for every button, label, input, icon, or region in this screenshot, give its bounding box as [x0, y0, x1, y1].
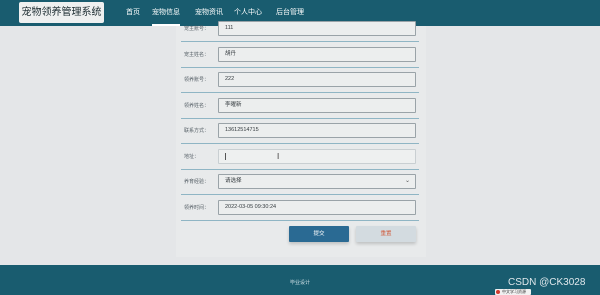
chevron-down-icon: ⌄ [404, 178, 410, 184]
adopter-account-input[interactable]: 222 [218, 72, 416, 87]
site-logo[interactable]: 宠物领养管理系统 [19, 2, 104, 23]
experience-select[interactable]: 请选择 ⌄ [218, 174, 416, 189]
form-row-adopter-name: 领养姓名： 李曜新 [181, 93, 419, 119]
field-label: 地址： [184, 154, 200, 160]
csdn-watermark: CSDN @CK3028 [508, 277, 586, 288]
address-input[interactable]: I [218, 149, 416, 164]
text-caret [225, 153, 226, 160]
field-label: 领养时间： [184, 205, 210, 211]
field-label: 养育经验： [184, 179, 210, 185]
contact-input[interactable]: 13612514715 [218, 123, 416, 138]
field-label: 领养姓名： [184, 103, 210, 109]
owner-name-input[interactable]: 胡丹 [218, 47, 416, 62]
experience-selected-value: 请选择 [225, 178, 242, 184]
form-row-adopt-time: 领养时间： 2022-03-05 09:30:24 [181, 195, 419, 221]
form-row-experience: 养育经验： 请选择 ⌄ [181, 169, 419, 195]
form-row-owner-account: 宠主账号： 111 [181, 16, 419, 42]
field-label: 宠主账号： [184, 26, 210, 32]
badge-logo-icon [496, 290, 500, 294]
nav-home[interactable]: 首页 [126, 0, 140, 26]
adopt-time-input[interactable]: 2022-03-05 09:30:24 [218, 200, 416, 215]
watermark-badge: 中文学习资源 [495, 289, 531, 295]
form-row-adopter-account: 领养账号： 222 [181, 67, 419, 93]
adopter-name-input[interactable]: 李曜新 [218, 98, 416, 113]
owner-account-input[interactable]: 111 [218, 21, 416, 36]
form-row-owner-name: 宠主姓名： 胡丹 [181, 42, 419, 68]
reset-button[interactable]: 重置 [356, 226, 416, 242]
form-row-address: 地址： I [181, 144, 419, 170]
field-label: 联系方式： [184, 128, 210, 134]
form-row-contact: 联系方式： 13612514715 [181, 118, 419, 144]
text-cursor-icon: I [277, 152, 280, 161]
badge-text: 中文学习资源 [502, 289, 526, 294]
nav-pet-info[interactable]: 宠物信息 [152, 0, 180, 26]
submit-button[interactable]: 提交 [289, 226, 349, 242]
field-label: 领养账号： [184, 77, 210, 83]
field-label: 宠主姓名： [184, 52, 210, 58]
